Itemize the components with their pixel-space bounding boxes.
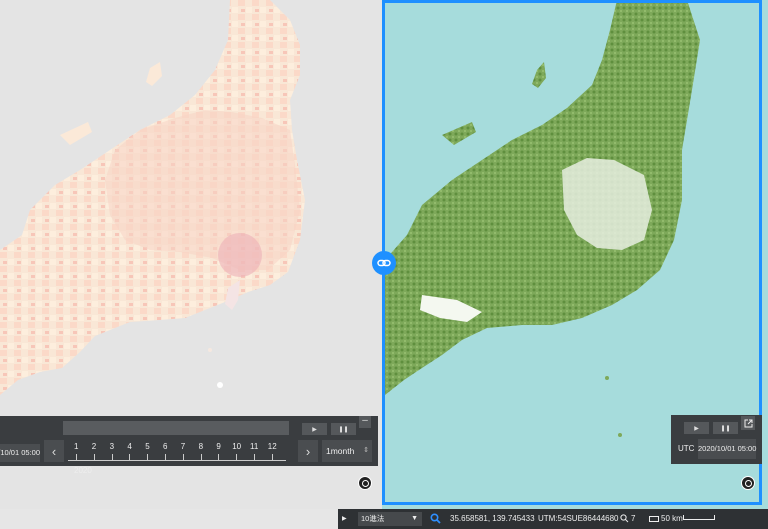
external-link-button[interactable] — [741, 416, 755, 430]
step-select[interactable]: 1month ⇕ — [322, 440, 372, 462]
chevron-updown-icon: ⇕ — [363, 447, 369, 454]
chevron-down-icon: ▼ — [411, 515, 418, 522]
month-ruler[interactable]: 1 2 3 4 5 6 7 8 9 10 11 12 2020 — [68, 440, 288, 475]
utm-display: UTM:54SUE86444680 — [538, 514, 619, 523]
month-tick — [76, 454, 77, 460]
pause-button[interactable]: ❚❚ — [331, 423, 356, 435]
tokyo-area — [218, 233, 262, 277]
sado-island — [532, 62, 546, 88]
month-tick — [129, 454, 131, 460]
next-button[interactable]: › — [298, 440, 318, 462]
minimize-button[interactable]: – — [359, 416, 371, 428]
play-icon: ▶ — [312, 426, 317, 433]
month-tick — [254, 454, 255, 460]
month-tick — [218, 454, 220, 460]
play-button[interactable]: ▶ — [302, 423, 327, 435]
month-tick-label: 6 — [163, 442, 168, 451]
month-tick — [200, 454, 202, 460]
scale-bar — [683, 515, 715, 520]
month-tick-label: 1 — [74, 442, 79, 451]
noto-peninsula — [442, 122, 476, 145]
month-tick — [147, 454, 149, 460]
pause-icon: ❚❚ — [720, 425, 731, 432]
pause-button[interactable]: ❚❚ — [713, 422, 738, 434]
pause-icon: ❚❚ — [338, 426, 349, 433]
coordinates-display: 35.658581, 139.745433 — [450, 514, 535, 523]
datetime-display: 2020/10/01 05:00 — [698, 439, 756, 459]
month-tick-label: 3 — [109, 442, 115, 451]
compass-icon[interactable] — [741, 476, 755, 490]
izu-island — [605, 376, 609, 380]
scale-label: 50 km — [661, 514, 683, 523]
magnifier-icon — [620, 509, 629, 529]
play-button[interactable]: ▶ — [684, 422, 709, 434]
prev-button[interactable]: ‹ — [44, 440, 64, 462]
coord-format-select[interactable]: 10進法 ▼ — [358, 512, 422, 526]
izu-island — [217, 382, 223, 388]
month-tick-label: 8 — [198, 442, 204, 451]
datetime-display: 2020/10/01 05:00 — [0, 444, 40, 462]
link-maps-button[interactable] — [372, 251, 396, 275]
month-tick-label: 7 — [180, 442, 186, 451]
izu-island — [208, 348, 212, 352]
month-tick — [93, 454, 95, 460]
month-tick — [182, 454, 184, 460]
zoom-level: 7 — [631, 514, 636, 523]
month-tick — [271, 454, 273, 460]
month-tick-label: 11 — [250, 442, 259, 451]
step-value: 1month — [326, 446, 355, 456]
month-tick-label: 10 — [232, 442, 242, 451]
month-tick-label: 4 — [127, 442, 132, 451]
timezone-label: UTC — [678, 444, 695, 453]
honshu-land — [385, 0, 700, 395]
year-label: 2020 — [74, 466, 92, 475]
sado-island — [146, 62, 162, 86]
expand-icon[interactable]: ▶ — [342, 509, 347, 529]
month-tick — [236, 454, 238, 460]
noto-peninsula — [60, 122, 92, 145]
compass-icon[interactable] — [358, 476, 372, 490]
chevron-right-icon: › — [305, 443, 311, 459]
ruler-icon — [649, 509, 659, 529]
month-tick-label: 12 — [267, 442, 277, 451]
link-icon — [377, 259, 391, 267]
timeline-panel: 2020/10/01 05:00 ‹ 123456789101112 2020 … — [0, 416, 378, 475]
chevron-left-icon: ‹ — [51, 443, 57, 459]
ruler-line — [68, 460, 286, 461]
izu-island — [618, 433, 622, 437]
month-tick-label: 9 — [216, 442, 221, 451]
search-icon[interactable] — [430, 509, 441, 529]
month-tick-label: 5 — [145, 442, 150, 451]
timeline-track[interactable] — [63, 421, 289, 435]
external-link-icon — [744, 419, 752, 427]
month-tick — [165, 454, 166, 460]
month-tick — [111, 454, 113, 460]
play-icon: ▶ — [694, 425, 699, 432]
month-tick-label: 2 — [91, 442, 97, 451]
